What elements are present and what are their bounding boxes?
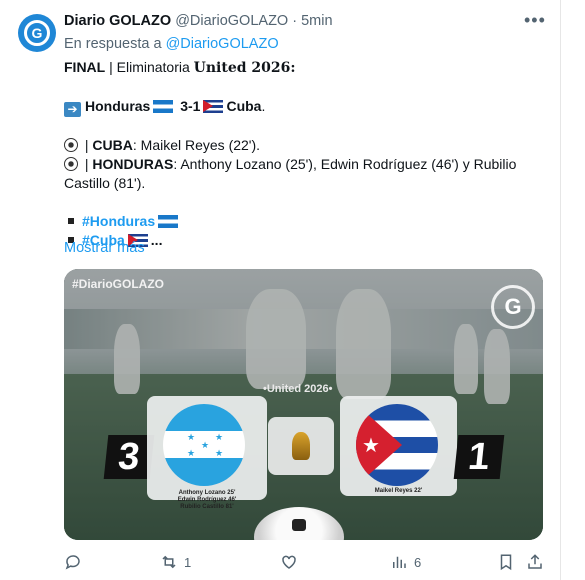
world-cup-trophy-icon	[268, 417, 334, 475]
soccer-ball-icon	[64, 138, 78, 152]
final-line: FINAL | Eliminatoria United 2026:	[64, 58, 544, 78]
share-button[interactable]	[526, 553, 544, 571]
home-scorers: Anthony Lozano 25' Edwin Rodríguez 46' R…	[177, 490, 237, 510]
retweet-count: 1	[184, 554, 192, 570]
tweet-container: G Diario GOLAZO @DiarioGOLAZO · 5min •••…	[0, 0, 561, 580]
arrow-right-icon: ➔	[64, 102, 81, 117]
tweet-text: FINAL | Eliminatoria United 2026: ➔ Hondu…	[64, 58, 544, 250]
reply-context: En respuesta a @DiarioGOLAZO	[64, 36, 279, 52]
show-more-link[interactable]: Mostrar más	[64, 240, 145, 256]
hashtag-line-1: #Honduras	[64, 212, 544, 231]
reply-button[interactable]	[64, 553, 82, 571]
reply-prefix: En respuesta a	[64, 36, 162, 52]
cuba-flag-icon: ★	[356, 404, 438, 486]
retweet-button[interactable]: 1	[160, 553, 191, 571]
avatar[interactable]: G	[18, 14, 56, 52]
score-team2: Cuba	[226, 98, 262, 114]
more-options-icon[interactable]: •••	[524, 10, 546, 31]
honduras-scorers-line: | HONDURAS: Anthony Lozano (25'), Edwin …	[64, 155, 544, 174]
honduras-scorers: : Anthony Lozano (25'), Edwin Rodríguez …	[173, 156, 517, 172]
cuba-card: ★ Maikel Reyes 22'	[340, 396, 457, 496]
hashtag-honduras[interactable]: #Honduras	[82, 213, 155, 229]
away-score: 1	[453, 435, 505, 479]
heart-icon	[282, 555, 296, 569]
final-separator: | Eliminatoria	[105, 59, 194, 75]
reply-to-link[interactable]: @DiarioGOLAZO	[166, 36, 279, 52]
bookmark-button[interactable]	[498, 553, 514, 571]
honduras-flag-icon	[158, 215, 179, 228]
score-team1: Honduras	[85, 98, 151, 114]
honduras-card: ★ ★ ★ ★ ★ Anthony Lozano 25' Edwin Rodrí…	[147, 396, 267, 510]
author-handle[interactable]: @DiarioGOLAZO	[175, 13, 288, 29]
like-button[interactable]	[280, 553, 298, 571]
tweet-time[interactable]: · 5min	[292, 13, 332, 29]
final-label: FINAL	[64, 59, 106, 75]
reply-icon	[65, 555, 80, 570]
cuba-label: CUBA	[92, 137, 133, 153]
honduras-flag-icon: ★ ★ ★ ★ ★	[163, 404, 245, 486]
honduras-scorers-line-2: Castillo (81').	[64, 175, 146, 191]
retweet-icon	[162, 555, 176, 569]
image-watermark: #DiarioGOLAZO	[72, 277, 165, 291]
honduras-label: HONDURAS	[92, 156, 174, 172]
soccer-ball-icon	[64, 157, 78, 171]
views-button[interactable]: 6	[390, 553, 421, 571]
views-chart-icon	[393, 556, 406, 568]
tweet-header: Diario GOLAZO @DiarioGOLAZO · 5min	[64, 13, 333, 29]
honduras-flag-icon	[153, 100, 174, 113]
away-scorers: Maikel Reyes 22'	[374, 488, 423, 494]
bullet-icon	[68, 218, 74, 225]
share-icon	[528, 554, 542, 569]
cuba-flag-icon	[203, 100, 224, 113]
event-label: •United 2026•	[263, 383, 333, 395]
cuba-scorers-line: | CUBA: Maikel Reyes (22').	[64, 136, 544, 155]
final-event: United 2026:	[193, 60, 296, 76]
golazo-logo-icon: G	[491, 285, 535, 329]
score-value: 3-1	[180, 98, 201, 114]
author-name[interactable]: Diario GOLAZO	[64, 13, 171, 29]
tweet-image[interactable]: #DiarioGOLAZO G •United 2026• 3 ★ ★ ★ ★ …	[64, 269, 543, 540]
action-bar: 1 6	[64, 553, 544, 573]
views-count: 6	[414, 554, 422, 570]
cuba-scorers: : Maikel Reyes (22').	[132, 137, 261, 153]
score-line: ➔ Honduras 3-1 Cuba.	[64, 97, 544, 117]
avatar-logo: G	[24, 20, 50, 46]
bookmark-icon	[500, 554, 512, 571]
